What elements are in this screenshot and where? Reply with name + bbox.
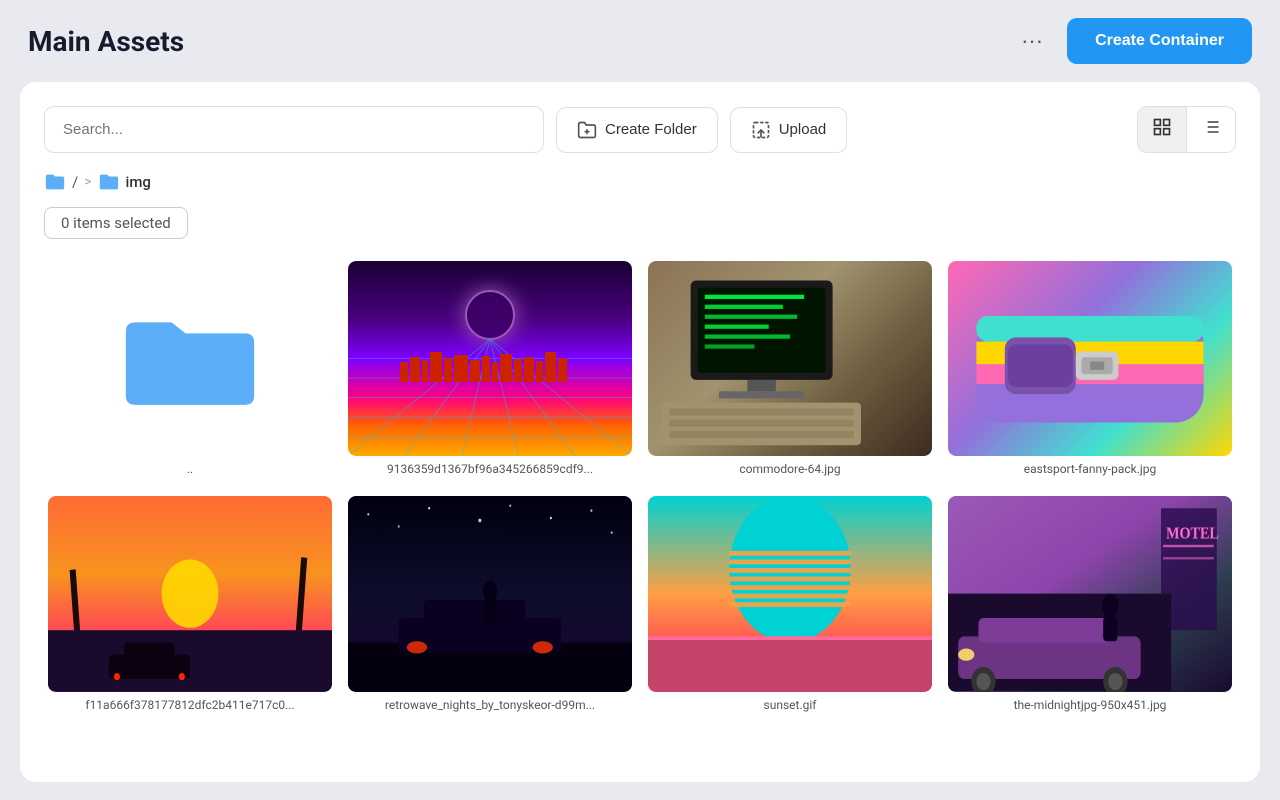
upload-icon [751,120,771,140]
create-folder-button[interactable]: Create Folder [556,107,718,153]
grid-item-label: the-midnightjpg-950x451.jpg [948,698,1232,712]
create-folder-label: Create Folder [605,121,697,138]
upload-label: Upload [779,121,827,138]
breadcrumb: / > img [44,171,1236,193]
breadcrumb-current-folder: img [98,171,151,193]
more-icon: ··· [1021,28,1043,53]
grid-item-retrowave[interactable]: 9136359d1367bf96a345266859cdf9... [344,257,636,484]
grid-item-retrowave-nights[interactable]: retrowave_nights_by_tonyskeor-d99m... [344,492,636,719]
grid-item-label: eastsport-fanny-pack.jpg [948,462,1232,476]
folder-plus-icon [577,120,597,140]
breadcrumb-separator: > [84,174,91,190]
image-thumb: MOTEL [948,496,1232,691]
more-button[interactable]: ··· [1013,24,1051,58]
image-thumb [48,496,332,691]
grid-item-sunset-city[interactable]: f11a666f378177812dfc2b411e717c0... [44,492,336,719]
grid-item-label: 9136359d1367bf96a345266859cdf9... [348,462,632,476]
image-thumb [348,496,632,691]
grid-item-label: .. [48,462,332,476]
view-toggle [1137,106,1236,153]
grid-item-midnight[interactable]: MOTEL [944,492,1236,719]
list-icon [1201,117,1221,137]
upload-button[interactable]: Upload [730,107,848,153]
grid-item-commodore[interactable]: commodore-64.jpg [644,257,936,484]
breadcrumb-root-folder-icon[interactable] [44,171,66,193]
main-panel: Create Folder Upload [20,82,1260,782]
page-title: Main Assets [28,25,184,58]
breadcrumb-folder-name: img [126,173,151,191]
grid-item-fanny-pack[interactable]: eastsport-fanny-pack.jpg [944,257,1236,484]
header-actions: ··· Create Container [1013,18,1252,64]
breadcrumb-folder-icon [98,171,120,193]
grid-item-label: retrowave_nights_by_tonyskeor-d99m... [348,698,632,712]
breadcrumb-root-label[interactable]: / [72,173,78,191]
folder-thumb [48,261,332,456]
folder-large-icon [110,304,270,414]
list-view-button[interactable] [1187,107,1235,152]
grid-view-button[interactable] [1138,107,1186,152]
items-selected-badge: 0 items selected [44,207,188,239]
toolbar: Create Folder Upload [44,106,1236,153]
grid-item-parent-folder[interactable]: .. [44,257,336,484]
grid-item-label: commodore-64.jpg [648,462,932,476]
search-input[interactable] [44,106,544,153]
image-thumb [948,261,1232,456]
image-thumb [648,261,932,456]
header: Main Assets ··· Create Container [0,0,1280,82]
grid-item-label: f11a666f378177812dfc2b411e717c0... [48,698,332,712]
svg-text:MOTEL: MOTEL [1166,525,1219,543]
grid-item-sunset-gif[interactable]: sunset.gif [644,492,936,719]
create-container-button[interactable]: Create Container [1067,18,1252,64]
grid-item-label: sunset.gif [648,698,932,712]
file-grid: .. [44,257,1236,720]
grid-icon [1152,117,1172,137]
image-thumb [348,261,632,456]
image-thumb [648,496,932,691]
